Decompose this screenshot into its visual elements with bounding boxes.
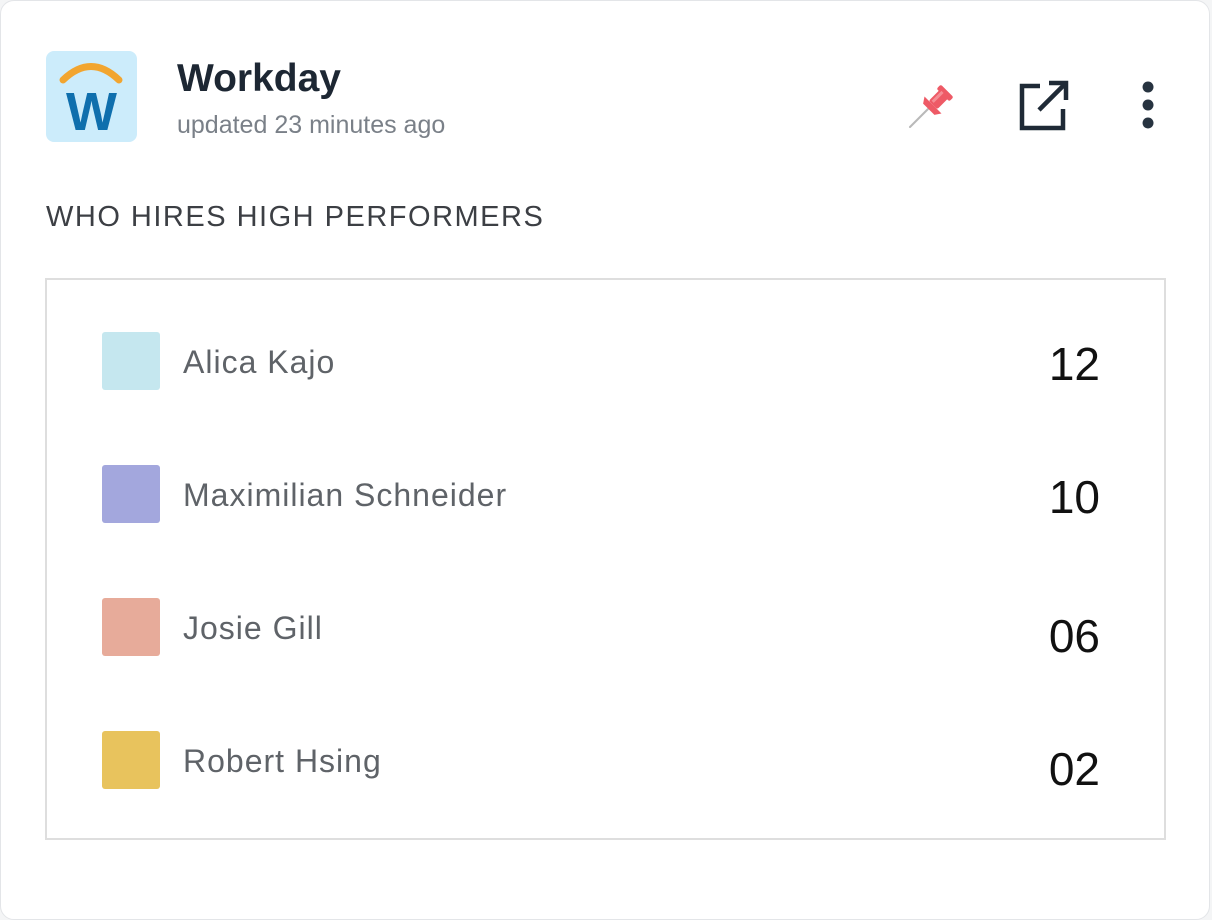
list-item[interactable]: Robert Hsing 02: [47, 731, 1164, 795]
performer-count: 06: [1048, 610, 1100, 662]
widget-card: W Workday updated 23 minutes ago WHO HIR…: [0, 0, 1210, 920]
list-item[interactable]: Alica Kajo 12: [47, 332, 1164, 392]
color-swatch: [102, 332, 160, 390]
more-options-button[interactable]: [1118, 75, 1178, 135]
performer-count: 12: [1048, 338, 1100, 390]
performer-name: Alica Kajo: [183, 344, 336, 380]
external-link-icon: [1019, 80, 1069, 131]
list-item[interactable]: Maximilian Schneider 10: [47, 465, 1164, 525]
app-title: Workday: [177, 57, 341, 100]
open-external-button[interactable]: [1013, 75, 1073, 135]
more-vertical-icon: [1142, 81, 1154, 129]
performer-name: Maximilian Schneider: [183, 477, 508, 513]
color-swatch: [102, 731, 160, 789]
performers-list: Alica Kajo 12 Maximilian Schneider 10 Jo…: [45, 278, 1166, 840]
performer-name: Robert Hsing: [183, 743, 382, 779]
performer-count: 10: [1048, 471, 1100, 523]
pin-button[interactable]: [903, 75, 963, 135]
list-item[interactable]: Josie Gill 06: [47, 598, 1164, 662]
color-swatch: [102, 465, 160, 523]
performer-count: 02: [1048, 743, 1100, 795]
color-swatch: [102, 598, 160, 656]
pushpin-icon: [909, 85, 953, 128]
logo-letter: W: [66, 82, 117, 142]
last-updated-text: updated 23 minutes ago: [177, 111, 446, 139]
performer-name: Josie Gill: [183, 610, 323, 646]
workday-logo-icon: W: [46, 51, 137, 142]
section-title: WHO HIRES HIGH PERFORMERS: [46, 201, 545, 233]
